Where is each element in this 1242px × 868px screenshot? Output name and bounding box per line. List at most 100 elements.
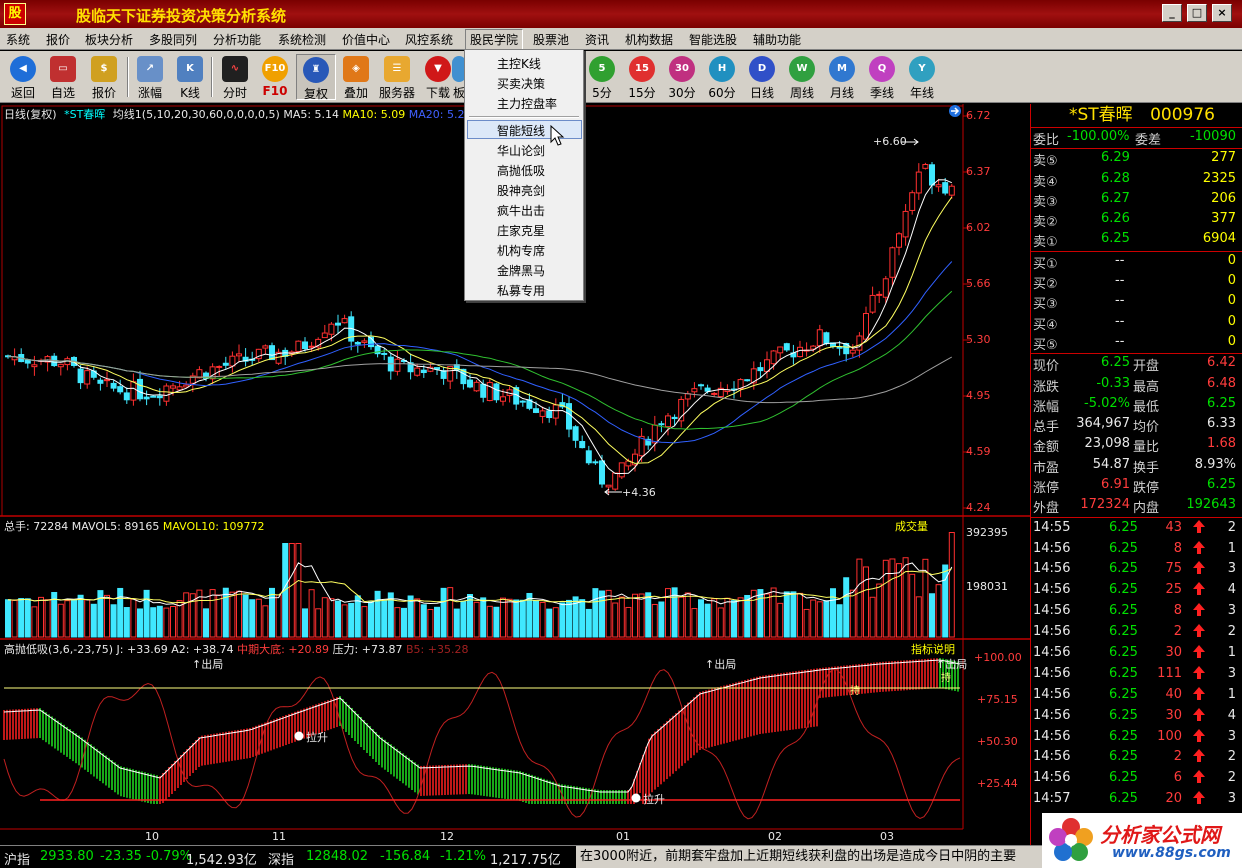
price-axis-label: 4.95 — [966, 389, 991, 402]
menu-tools[interactable]: 辅助功能 — [753, 31, 801, 48]
menu-smart-pick[interactable]: 智能选股 — [689, 31, 737, 48]
back-button[interactable]: ◀ 返回 — [3, 54, 43, 100]
menu-value-center[interactable]: 价值中心 — [342, 31, 390, 48]
candle-body — [882, 278, 889, 298]
menu-stock-pool[interactable]: 股票池 — [533, 31, 569, 48]
candle-body — [480, 383, 487, 398]
tick-count: 3 — [1227, 665, 1236, 681]
period-quarterly-button[interactable]: Q 季线 — [862, 54, 902, 100]
gainers-button[interactable]: ↗ 涨幅 — [130, 54, 170, 100]
order-volume: 0 — [1227, 252, 1236, 268]
ma-line — [7, 290, 953, 430]
close-icon[interactable]: × — [1212, 4, 1232, 22]
volume-bar — [348, 602, 355, 638]
order-level-label: 卖② — [1033, 215, 1058, 231]
volume-title: 成交量 — [895, 520, 928, 533]
menu-item-main-kline[interactable]: 主控K线 — [497, 55, 541, 72]
menu-sector[interactable]: 板块分析 — [85, 31, 133, 48]
volume-bar — [698, 599, 704, 638]
menu-risk-control[interactable]: 风控系统 — [405, 31, 453, 48]
period-5min-button[interactable]: 5 5分 — [582, 54, 622, 100]
menu-item-institution-seat[interactable]: 机构专席 — [497, 242, 545, 259]
quote-stock-name: *ST春晖 — [1069, 105, 1133, 125]
menu-news[interactable]: 资讯 — [585, 31, 609, 48]
indicator-help-link[interactable]: 指标说明 — [911, 641, 955, 657]
stat-value: 23,098 — [1084, 436, 1131, 452]
candle-body — [163, 385, 170, 402]
order-ratio-value: -100.00% — [1067, 129, 1130, 144]
menu-system[interactable]: 系统 — [6, 31, 30, 48]
stat-value: 192643 — [1186, 497, 1236, 513]
news-ticker[interactable]: 在3000附近，前期套牢盘加上近期短线获利盘的出场是造成今日中阴的主要 — [576, 846, 1042, 868]
volume-bar — [770, 587, 777, 638]
academy-dropdown-menu: 主控K线 买卖决策 主力控盘率 智能短线 华山论剑 高抛低吸 股神亮剑 疯牛出击… — [464, 49, 584, 301]
kline-button[interactable]: K K线 — [170, 54, 210, 100]
maximize-icon[interactable]: □ — [1187, 4, 1207, 22]
quote-stat-row: 涨停 6.91 跌停 6.25 — [1031, 476, 1242, 496]
stat-label: 现价 — [1033, 359, 1060, 375]
menu-investor-academy[interactable]: 股民学院 — [465, 29, 524, 50]
tick-list[interactable]: 14:55 6.25 43 2 14:56 6.25 8 1 14:56 6.25 75 3 14:56… — [1031, 518, 1242, 810]
pull-up-signal-icon — [294, 731, 304, 741]
f10-button[interactable]: F10 F10 — [255, 54, 295, 100]
kline-icon: K — [177, 56, 203, 82]
adjusted-price-button[interactable]: ♜ 复权 — [296, 54, 336, 101]
menu-multi-stock[interactable]: 多股同列 — [149, 31, 197, 48]
minimize-icon[interactable]: _ — [1162, 4, 1182, 22]
up-arrow-icon — [1193, 791, 1205, 805]
x-axis-label: 02 — [768, 830, 782, 843]
menu-system-check[interactable]: 系统检测 — [278, 31, 326, 48]
quote-button[interactable]: $ 报价 — [84, 54, 124, 100]
period-weekly-button[interactable]: W 周线 — [782, 54, 822, 100]
volume-bar — [249, 599, 256, 638]
intraday-chart-icon: ∿ — [222, 56, 248, 82]
volume-bar — [368, 601, 374, 638]
volume-axis-label: 198031 — [966, 580, 1008, 593]
volume-bars — [5, 532, 955, 638]
volume-bar — [737, 597, 744, 638]
quote-stat-row: 现价 6.25 开盘 6.42 — [1031, 354, 1242, 374]
volume-bar — [506, 598, 513, 638]
volume-bar — [447, 587, 454, 638]
period-60min-button[interactable]: H 60分 — [702, 54, 742, 100]
menu-item-bull-attack[interactable]: 疯牛出击 — [497, 202, 545, 219]
overlay-button[interactable]: ◈ 叠加 — [336, 54, 376, 100]
menu-item-huashan[interactable]: 华山论剑 — [497, 142, 545, 159]
menu-item-private-equity[interactable]: 私募专用 — [497, 282, 545, 299]
tick-volume: 8 — [1173, 540, 1182, 556]
menu-quote[interactable]: 报价 — [46, 31, 70, 48]
menu-item-smart-short[interactable]: 智能短线 — [497, 122, 545, 139]
tick-count: 4 — [1227, 582, 1236, 598]
sh-index-change: -23.35 — [100, 849, 142, 864]
server-button[interactable]: ☰ 服务器 — [376, 54, 418, 100]
watchlist-button[interactable]: ▭ 自选 — [43, 54, 83, 100]
menu-item-dealer-nemesis[interactable]: 庄家克星 — [497, 222, 545, 239]
volume-bar — [381, 600, 388, 638]
volume-bar — [321, 597, 328, 638]
candle-body — [849, 349, 856, 354]
up-arrow-icon — [1193, 728, 1205, 742]
menu-institution[interactable]: 机构数据 — [625, 31, 673, 48]
tick-row: 14:56 6.25 75 3 — [1031, 559, 1242, 580]
period-15min-button[interactable]: 15 15分 — [622, 54, 662, 100]
volume-bar — [335, 600, 341, 638]
up-arrow-icon — [1193, 749, 1205, 763]
period-daily-button[interactable]: D 日线 — [742, 54, 782, 100]
period-monthly-button[interactable]: M 月线 — [822, 54, 862, 100]
menu-item-trade-decision[interactable]: 买卖决策 — [497, 75, 545, 92]
order-price: -- — [1115, 252, 1125, 268]
stat-value: -0.33 — [1096, 375, 1130, 391]
menu-item-control-rate[interactable]: 主力控盘率 — [497, 95, 557, 112]
period-30min-button[interactable]: 30 30分 — [662, 54, 702, 100]
menu-item-stock-god[interactable]: 股神亮剑 — [497, 182, 545, 199]
menu-item-high-low[interactable]: 高抛低吸 — [497, 162, 545, 179]
menu-item-dark-horse[interactable]: 金牌黑马 — [497, 262, 545, 279]
indicator-axis-label: +25.44 — [977, 777, 1018, 790]
intraday-button[interactable]: ∿ 分时 — [215, 54, 255, 100]
volume-bar — [354, 595, 361, 638]
volume-bar — [585, 608, 592, 638]
volume-bar — [236, 590, 242, 638]
menu-analysis[interactable]: 分析功能 — [213, 31, 261, 48]
candle-body — [361, 340, 368, 343]
period-yearly-button[interactable]: Y 年线 — [902, 54, 942, 100]
